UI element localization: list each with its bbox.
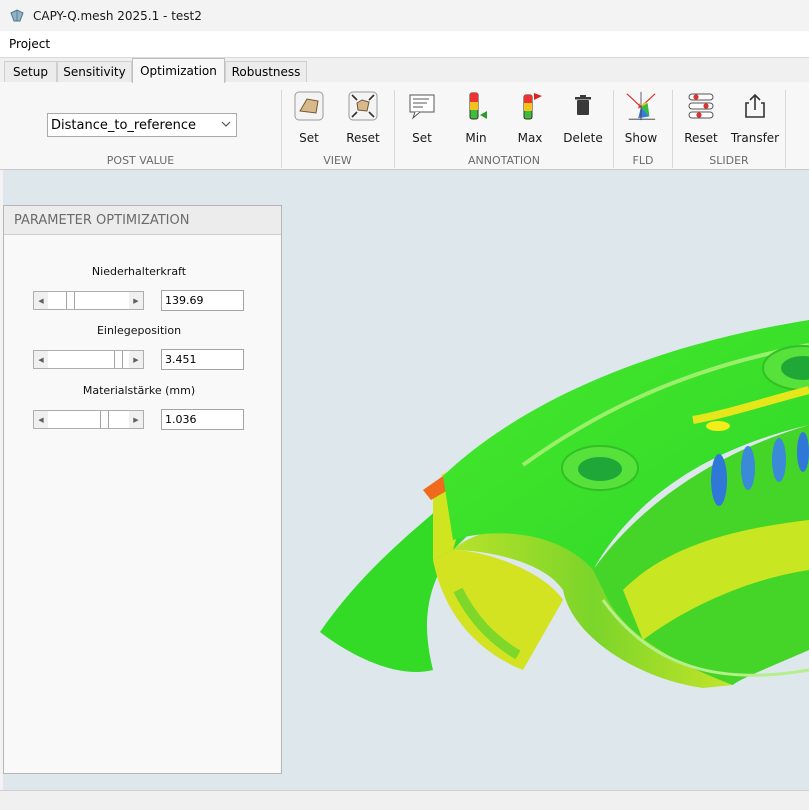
view-reset-button[interactable]: Reset [338,90,388,148]
view-set-button[interactable]: Set [284,90,334,148]
view-group: Set Reset VIEW [282,82,393,169]
tab-setup[interactable]: Setup [4,61,57,82]
slider-track[interactable] [48,411,129,428]
tab-sensitivity[interactable]: Sensitivity [57,61,132,82]
param-label-materialstaerke: Materialstärke (mm) [82,384,196,397]
view-group-label: VIEW [323,154,352,167]
slider-left-arrow-icon[interactable]: ◀ [34,351,48,368]
slider-reset-button[interactable]: Reset [676,90,726,148]
param-label-einlegeposition: Einlegeposition [96,324,182,337]
post-value-group: Distance_to_reference POST VALUE [0,82,281,169]
annotation-delete-label: Delete [563,131,603,145]
slider-niederhalterkraft[interactable]: ◀ ▶ [33,291,144,310]
slider-materialstaerke[interactable]: ◀ ▶ [33,410,144,429]
view-set-icon [293,90,325,122]
annotation-group-label: ANNOTATION [467,154,541,167]
slider-track[interactable] [48,292,129,309]
menu-bar: Project [0,31,809,58]
annotation-group: Set Min Max Delete ANNOTATION [395,82,613,169]
max-marker-icon [514,90,546,122]
slider-left-arrow-icon[interactable]: ◀ [34,411,48,428]
value-einlegeposition[interactable]: 3.451 [161,349,244,370]
window-title: CAPY-Q.mesh 2025.1 - test2 [33,8,202,23]
slider-left-arrow-icon[interactable]: ◀ [34,292,48,309]
tab-robustness[interactable]: Robustness [225,61,307,82]
sliders-icon [685,90,717,122]
value-materialstaerke[interactable]: 1.036 [161,409,244,430]
fld-show-button[interactable]: Show [616,90,666,148]
annotation-min-label: Min [465,131,487,145]
slider-thumb[interactable] [100,411,109,428]
menu-project[interactable]: Project [0,37,59,51]
tab-optimization[interactable]: Optimization [132,58,225,83]
annotation-set-button[interactable]: Set [397,90,447,148]
view-reset-icon [347,90,379,122]
slider-group-label: SLIDER [709,154,749,167]
slider-transfer-button[interactable]: Transfer [730,90,780,148]
param-label-niederhalterkraft: Niederhalterkraft [91,265,187,278]
slider-thumb[interactable] [66,292,75,309]
annotation-max-button[interactable]: Max [505,90,555,148]
annotation-note-icon [406,90,438,122]
slider-right-arrow-icon[interactable]: ▶ [129,411,143,428]
annotation-delete-button[interactable]: Delete [558,90,608,148]
post-value-dropdown[interactable]: Distance_to_reference [47,113,237,137]
slider-einlegeposition[interactable]: ◀ ▶ [33,350,144,369]
trash-icon [567,90,599,122]
slider-group: Reset Transfer SLIDER [673,82,785,169]
chevron-down-icon [221,121,231,127]
annotation-max-label: Max [517,131,543,145]
ribbon-toolbar: Distance_to_reference POST VALUE Set Res… [0,82,809,170]
annotation-set-label: Set [412,131,432,145]
status-bar [0,790,809,810]
post-value-label: POST VALUE [106,154,175,167]
slider-thumb[interactable] [114,351,123,368]
panel-title: PARAMETER OPTIMIZATION [4,206,281,235]
title-bar: CAPY-Q.mesh 2025.1 - test2 [0,0,809,31]
fld-show-label: Show [624,131,658,145]
min-marker-icon [460,90,492,122]
app-logo-icon [9,8,25,24]
ribbon-divider [785,90,786,168]
tab-bar: Setup Sensitivity Optimization Robustnes… [0,58,809,83]
fld-group: Show FLD [614,82,672,169]
slider-right-arrow-icon[interactable]: ▶ [129,351,143,368]
view-reset-label: Reset [346,131,380,145]
value-niederhalterkraft[interactable]: 139.69 [161,290,244,311]
fld-diagram-icon [625,90,657,122]
slider-transfer-label: Transfer [730,131,780,145]
share-export-icon [739,90,771,122]
view-set-label: Set [299,131,319,145]
annotation-min-button[interactable]: Min [451,90,501,148]
parameter-optimization-panel: PARAMETER OPTIMIZATION Niederhalterkraft… [3,205,282,774]
post-value-selected: Distance_to_reference [51,117,196,133]
fld-group-label: FLD [632,154,654,167]
slider-right-arrow-icon[interactable]: ▶ [129,292,143,309]
slider-reset-label: Reset [684,131,718,145]
